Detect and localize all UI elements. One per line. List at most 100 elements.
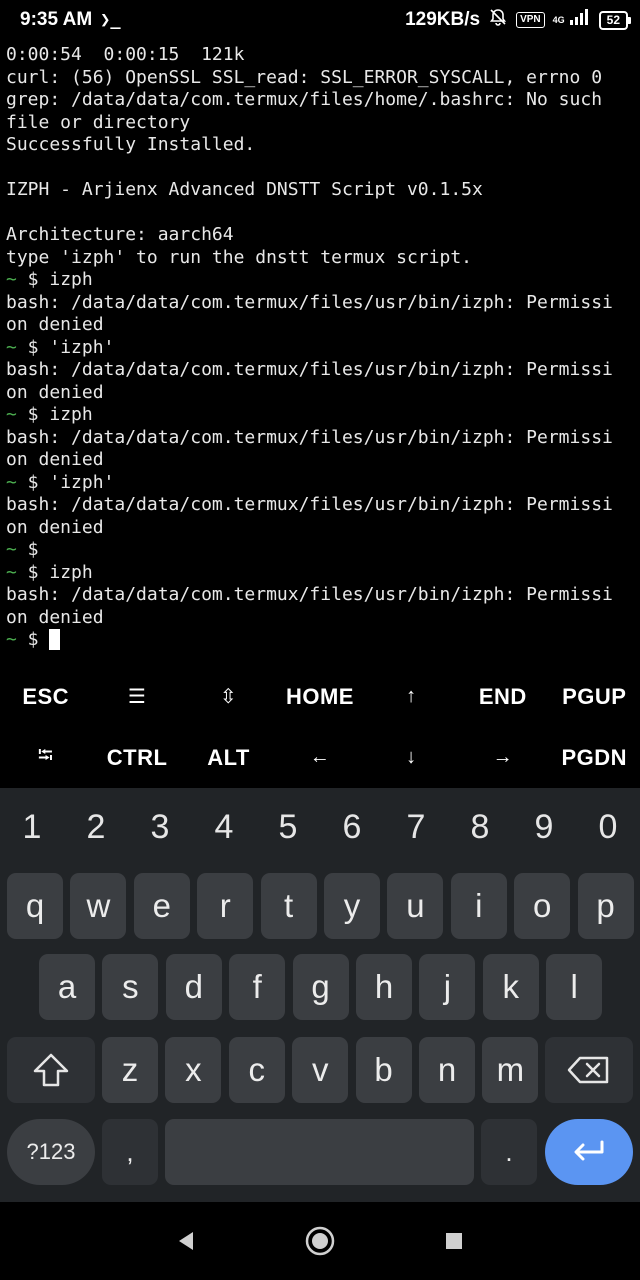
prompt-tilde: ~ [6,629,17,650]
enter-arrow-icon [574,1140,604,1161]
terminal-line-text: type 'izph' to run the dnstt termux scri… [6,246,472,268]
clock: 9:35 AM [20,9,93,30]
network-speed: 129KB/s [405,9,481,30]
ctrl-key[interactable]: CTRL [91,727,182,788]
key-n[interactable]: n [419,1037,475,1103]
key-p[interactable]: p [577,873,634,939]
terminal-output[interactable]: 0:00:54 0:00:15 121k curl: (56) OpenSSL S… [6,44,634,660]
key-9[interactable]: 9 [512,788,576,866]
network-type: 4G [552,15,565,25]
terminal-line-text: Successfully Installed. [6,134,256,155]
terminal-line: ~ $ 'izph' [6,337,634,360]
key-0[interactable]: 0 [576,788,640,866]
space-bar[interactable] [165,1119,474,1185]
terminal-line-text: file or directory [6,111,191,133]
terminal-line: bash: /data/data/com.termux/files/usr/bi… [6,584,634,607]
key-m[interactable]: m [482,1037,539,1103]
vpn-badge: VPN [516,12,545,28]
keyboard-toggle-key[interactable]: ⇳ [183,666,274,727]
key-h[interactable]: h [356,954,412,1020]
terminal-line-text: grep: /data/data/com.termux/files/home/.… [6,89,603,110]
terminal-line-text: bash: /data/data/com.termux/files/usr/bi… [6,426,613,448]
pgdn-key[interactable]: PGDN [549,727,640,788]
enter-key[interactable] [545,1119,633,1185]
key-x[interactable]: x [165,1037,222,1103]
key-4[interactable]: 4 [192,788,256,866]
battery-icon: 52 [598,10,632,30]
prompt-tilde: ~ [6,561,17,583]
key-8[interactable]: 8 [448,788,512,866]
terminal-line-text: on denied [6,381,104,403]
key-c[interactable]: c [228,1037,285,1103]
pgup-key[interactable]: PGUP [549,666,640,727]
key-f[interactable]: f [229,954,286,1020]
key-t[interactable]: t [260,873,317,939]
terminal-line: on denied [6,517,634,540]
terminal-line: file or directory [6,112,634,135]
key-2[interactable]: 2 [64,788,128,866]
terminal-line-text: on denied [6,449,104,470]
esc-key[interactable]: ESC [0,666,91,727]
arrow-left-key[interactable]: ← [274,727,365,788]
period-key[interactable]: . [481,1119,537,1185]
key-5[interactable]: 5 [256,788,320,866]
key-k[interactable]: k [482,954,539,1020]
arrow-right-key[interactable]: → [457,727,548,788]
terminal-line: bash: /data/data/com.termux/files/usr/bi… [6,494,634,517]
terminal-line-text: on denied [6,314,104,335]
key-w[interactable]: w [70,873,127,939]
terminal-line-text: Architecture: aarch64 [6,224,234,245]
shift-arrow-icon [33,1053,69,1087]
recents-square-icon [446,1233,462,1249]
back-button[interactable] [119,1229,253,1253]
terminal-line: curl: (56) OpenSSL SSL_read: SSL_ERROR_S… [6,67,634,90]
key-s[interactable]: s [102,954,159,1020]
terminal-line-text: IZPH - Arjienx Advanced DNSTT Script v0.… [6,179,483,200]
terminal-line-text: $ izph [16,269,93,290]
key-d[interactable]: d [165,954,222,1020]
key-v[interactable]: v [292,1037,349,1103]
key-1[interactable]: 1 [0,788,64,866]
terminal-line: grep: /data/data/com.termux/files/home/.… [6,89,634,112]
recents-button[interactable] [387,1230,521,1252]
shift-key[interactable] [7,1037,95,1103]
prompt-tilde: ~ [6,269,17,290]
key-q[interactable]: q [7,873,63,939]
alt-key[interactable]: ALT [183,727,274,788]
terminal-current-line[interactable]: ~ $ [6,629,634,652]
comma-key[interactable]: , [102,1119,158,1185]
key-b[interactable]: b [355,1037,412,1103]
key-i[interactable]: i [450,873,507,939]
tab-key[interactable]: ⭾ [0,727,91,788]
home-button[interactable] [253,1225,387,1257]
key-y[interactable]: y [324,873,380,939]
key-o[interactable]: o [514,873,571,939]
key-r[interactable]: r [197,873,254,939]
terminal-line: ~ $ [6,539,634,562]
key-e[interactable]: e [133,873,190,939]
soft-keyboard: 1234567890 q w e r t y u i o p a s d f g h j k l z x c v b n m ?12… [0,788,640,1202]
terminal-line-text: on denied [6,516,104,538]
key-l[interactable]: l [546,954,603,1020]
key-a[interactable]: a [39,954,95,1020]
symbols-key[interactable]: ?123 [7,1119,95,1185]
home-circle-icon [305,1226,335,1256]
key-g[interactable]: g [292,954,349,1020]
extra-keys-row-1: ESC ☰ ⇳ HOME ↑ END PGUP [0,666,640,727]
home-key[interactable]: HOME [274,666,365,727]
key-7[interactable]: 7 [384,788,448,866]
key-j[interactable]: j [419,954,476,1020]
backspace-key[interactable] [545,1037,633,1103]
drawer-key[interactable]: ☰ [91,666,182,727]
key-3[interactable]: 3 [128,788,192,866]
termux-notification-icon: ❯_ [100,10,121,30]
terminal-line: on denied [6,607,634,630]
key-z[interactable]: z [102,1037,158,1103]
prompt-input[interactable]: $ [17,629,50,650]
arrow-up-key[interactable]: ↑ [366,666,457,727]
key-6[interactable]: 6 [320,788,384,866]
arrow-down-key[interactable]: ↓ [366,727,457,788]
key-u[interactable]: u [387,873,444,939]
extra-keys-row-2: ⭾ CTRL ALT ← ↓ → PGDN [0,727,640,788]
end-key[interactable]: END [457,666,548,727]
